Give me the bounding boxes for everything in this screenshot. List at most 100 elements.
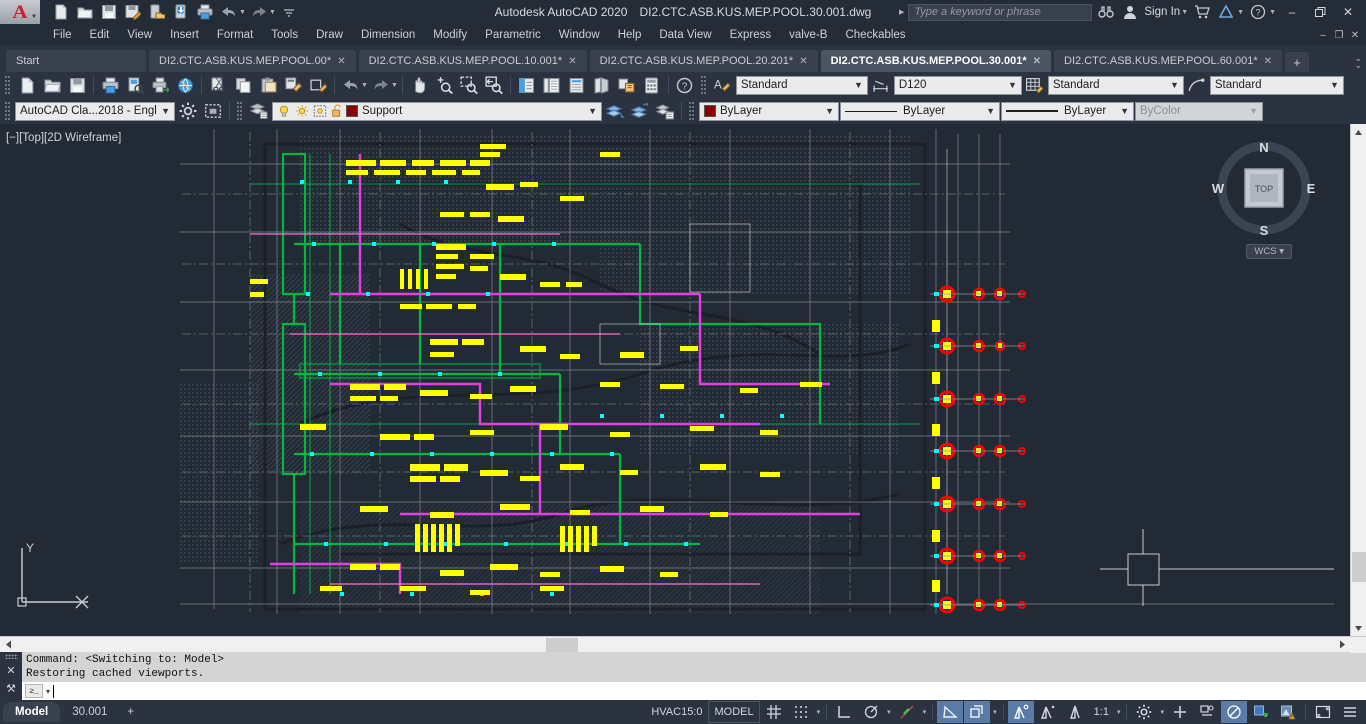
hardware-acceleration-icon[interactable] (1167, 701, 1193, 723)
search-input[interactable]: Type a keyword or phrase (908, 3, 1093, 21)
scale-dropdown-icon[interactable]: ▾ (1115, 708, 1123, 716)
infocenter-expand-icon[interactable]: ▶ (899, 8, 904, 16)
fullscreen-icon[interactable] (1310, 701, 1336, 723)
annotation-visibility-icon[interactable] (1007, 701, 1034, 723)
viewport-control-label[interactable]: [−][Top][2D Wireframe] (6, 132, 121, 144)
dim-style-combo[interactable]: D120 ▼ (893, 75, 1022, 95)
doc-minimize-button[interactable]: – (1316, 30, 1330, 41)
menu-item-view[interactable]: View (118, 24, 161, 46)
autodesk-app-dropdown-icon[interactable]: ▼ (1237, 9, 1244, 16)
qat-customize-icon[interactable] (278, 1, 300, 23)
polar-dropdown-icon[interactable]: ▾ (885, 708, 893, 716)
table-style-icon[interactable] (1023, 73, 1047, 97)
layer-previous-icon[interactable] (628, 99, 652, 123)
menu-item-tools[interactable]: Tools (262, 24, 307, 46)
workspace-dropdown-icon[interactable]: ▾ (1158, 708, 1166, 716)
clean-screen-icon[interactable] (1248, 701, 1274, 723)
shopping-cart-icon[interactable] (1192, 2, 1212, 22)
help-icon[interactable]: ? (673, 73, 697, 97)
tab-overflow-icon[interactable]: ⌄ ⌄ (1354, 54, 1362, 70)
undo-icon[interactable] (218, 1, 240, 23)
space-toggle[interactable]: MODEL (708, 701, 760, 723)
lineweight-combo[interactable]: ByLayer ▼ (1001, 101, 1134, 121)
sun-icon[interactable] (295, 104, 309, 118)
tab-pool-20-201[interactable]: DI2.CTC.ASB.KUS.MEP.POOL.20.201* ✕ (589, 50, 818, 72)
help-icon[interactable]: ? (1248, 2, 1268, 22)
3d-object-snap-icon[interactable] (964, 701, 991, 723)
blockeditor-icon[interactable] (306, 73, 330, 97)
help-dropdown-icon[interactable]: ▼ (1269, 9, 1276, 16)
scroll-right-button[interactable] (1334, 637, 1350, 653)
zoom-previous-icon[interactable] (482, 73, 506, 97)
sheetset-icon[interactable] (590, 73, 614, 97)
menu-item-file[interactable]: File (44, 24, 81, 46)
plot-preview-icon[interactable] (123, 73, 147, 97)
layout-tab-model[interactable]: Model (3, 702, 61, 722)
tab-pool-30-001[interactable]: DI2.CTC.ASB.KUS.MEP.POOL.30.001* ✕ (820, 50, 1052, 72)
cut-icon[interactable] (206, 73, 230, 97)
customization-icon[interactable] (1337, 701, 1363, 723)
menu-item-data-view[interactable]: Data View (650, 24, 720, 46)
menu-item-draw[interactable]: Draw (307, 24, 352, 46)
close-icon[interactable]: ✕ (1264, 56, 1272, 67)
snap-dropdown-icon[interactable]: ▾ (815, 708, 823, 716)
drawing-canvas[interactable]: [−][Top][2D Wireframe] Y TOP N E S W WCS… (0, 124, 1350, 636)
redo-dropdown-icon[interactable]: ▼ (269, 9, 276, 16)
annotation-autoscale-icon[interactable] (1035, 701, 1061, 723)
polar-tracking-icon[interactable] (858, 701, 884, 723)
new-tab-button[interactable]: + (1285, 52, 1310, 72)
add-layout-button[interactable]: + (119, 702, 142, 722)
scroll-down-button[interactable] (1351, 620, 1366, 636)
tab-start[interactable]: Start (6, 50, 146, 72)
layer-properties-icon[interactable] (247, 99, 271, 123)
layer-combo[interactable]: Support ▼ (272, 101, 602, 121)
copy-icon[interactable] (231, 73, 255, 97)
otrack-dropdown-icon[interactable]: ▾ (921, 708, 929, 716)
close-button[interactable]: ✕ (1336, 1, 1360, 23)
autodesk-app-icon[interactable] (1216, 2, 1236, 22)
search-binoculars-icon[interactable] (1096, 2, 1116, 22)
drag-handle-icon[interactable] (4, 654, 18, 659)
menu-item-edit[interactable]: Edit (81, 24, 119, 46)
menu-item-format[interactable]: Format (208, 24, 262, 46)
tab-pool-60-001[interactable]: DI2.CTC.ASB.KUS.MEP.POOL.60.001* ✕ (1054, 50, 1283, 72)
viewcube[interactable]: TOP N E S W (1212, 136, 1316, 240)
layout-tab-30001[interactable]: 30.001 (60, 702, 119, 722)
horizontal-scroll-thumb[interactable] (546, 637, 578, 652)
close-icon[interactable]: ✕ (1033, 56, 1041, 67)
unlock-icon[interactable] (331, 104, 344, 118)
menu-item-parametric[interactable]: Parametric (476, 24, 550, 46)
table-style-combo[interactable]: Standard ▼ (1047, 75, 1184, 95)
mleader-style-combo[interactable]: Standard ▼ (1209, 75, 1344, 95)
gear-icon[interactable] (176, 99, 200, 123)
undo-dropdown-icon[interactable]: ▼ (239, 9, 246, 16)
matchprop-icon[interactable] (281, 73, 305, 97)
workspace-combo[interactable]: AutoCAD Cla...2018 - English ▼ (15, 101, 175, 121)
command-prompt-icon[interactable]: ≥_ (25, 684, 43, 698)
layer-match-icon[interactable] (653, 99, 677, 123)
plot-icon[interactable] (194, 1, 216, 23)
3dprint-icon[interactable] (173, 73, 197, 97)
paste-icon[interactable] (256, 73, 280, 97)
sign-in-button[interactable]: Sign In (1144, 6, 1180, 18)
application-menu-button[interactable]: A ▼ (0, 0, 40, 24)
tab-pool-00[interactable]: DI2.CTC.ASB.KUS.MEP.POOL.00* ✕ (149, 50, 356, 72)
redo-icon[interactable] (248, 1, 270, 23)
menu-item-help[interactable]: Help (609, 24, 651, 46)
snap-icon[interactable] (788, 701, 814, 723)
object-snap-icon[interactable] (937, 701, 964, 723)
linetype-combo[interactable]: ByLayer ▼ (840, 101, 1000, 121)
annotation-scale-list-icon[interactable] (1062, 701, 1088, 723)
sign-in-dropdown-icon[interactable]: ▼ (1181, 9, 1188, 16)
menu-item-checkables[interactable]: Checkables (836, 24, 914, 46)
export-icon[interactable] (146, 1, 168, 23)
user-avatar-icon[interactable] (1120, 2, 1140, 22)
menu-item-valve-b[interactable]: valve-B (780, 24, 836, 46)
toolbar-grip[interactable] (5, 101, 11, 121)
ortho-icon[interactable] (831, 701, 857, 723)
toolbar-grip[interactable] (700, 75, 707, 95)
toolbar-grip[interactable] (5, 75, 11, 95)
save-icon[interactable] (98, 1, 120, 23)
zoom-realtime-icon[interactable] (432, 73, 456, 97)
restore-button[interactable] (1308, 1, 1332, 23)
